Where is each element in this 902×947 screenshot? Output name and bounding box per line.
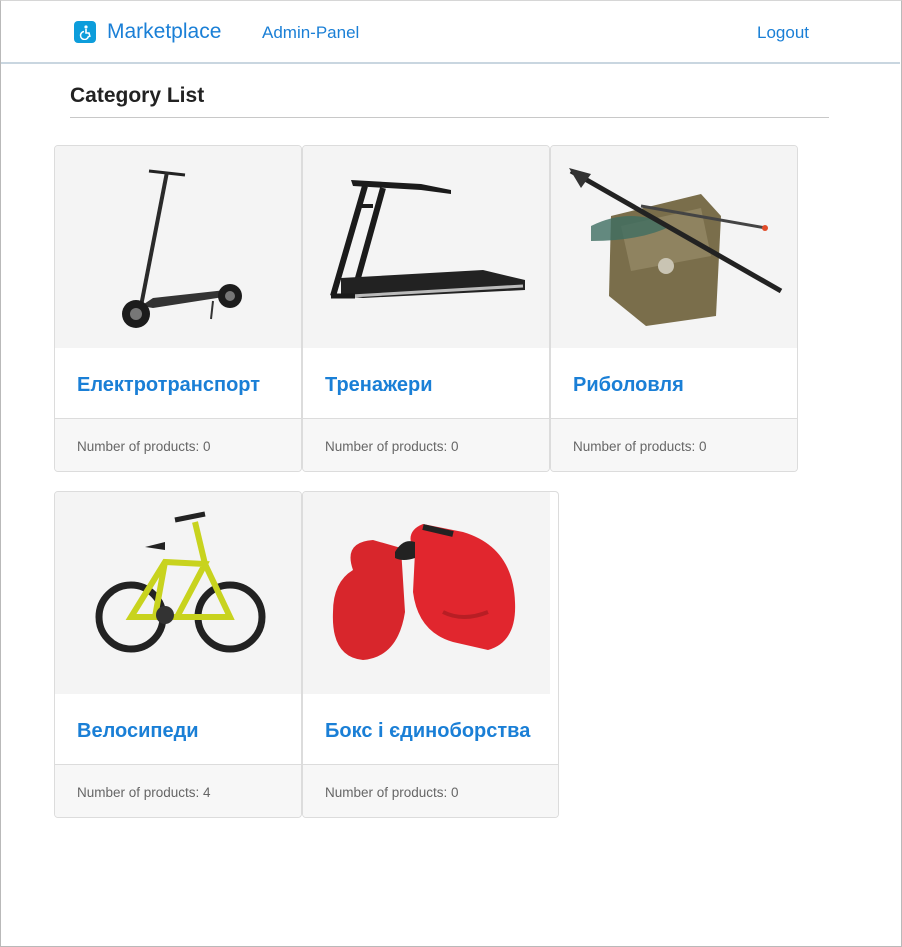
card-footer: Number of products: 0 [55, 418, 301, 471]
product-count: Number of products: 0 [325, 439, 459, 454]
category-card[interactable]: Тренажери Number of products: 0 [302, 145, 550, 472]
category-card[interactable]: Риболовля Number of products: 0 [550, 145, 798, 472]
brand-name: Marketplace [107, 20, 222, 43]
card-footer: Number of products: 4 [55, 764, 301, 817]
treadmill-image[interactable] [303, 146, 549, 348]
category-card[interactable]: Електротранспорт Number of products: 0 [54, 145, 302, 472]
category-name-link[interactable]: Електротранспорт [77, 374, 260, 397]
category-name-link[interactable]: Велосипеди [77, 720, 199, 743]
wheelchair-icon [74, 21, 96, 43]
product-count: Number of products: 4 [77, 785, 211, 800]
logout-link[interactable]: Logout [757, 23, 809, 43]
product-count: Number of products: 0 [573, 439, 707, 454]
electric-scooter-image[interactable] [55, 146, 301, 348]
card-footer: Number of products: 0 [303, 764, 558, 817]
category-name-link[interactable]: Риболовля [573, 374, 684, 397]
page-title: Category List [70, 84, 205, 107]
fishing-gear-image[interactable] [551, 146, 797, 348]
bicycle-image[interactable] [55, 492, 301, 694]
product-count: Number of products: 0 [77, 439, 211, 454]
card-footer: Number of products: 0 [303, 418, 549, 471]
category-card[interactable]: Велосипеди Number of products: 4 [54, 491, 302, 818]
category-name-link[interactable]: Тренажери [325, 374, 433, 397]
card-footer: Number of products: 0 [551, 418, 797, 471]
category-card[interactable]: Бокс і єдиноборства Number of products: … [302, 491, 559, 818]
brand-link[interactable]: Marketplace [74, 20, 221, 44]
product-count: Number of products: 0 [325, 785, 459, 800]
title-divider [70, 117, 829, 118]
navbar: Marketplace Admin-Panel Logout [1, 1, 900, 64]
admin-panel-link[interactable]: Admin-Panel [262, 23, 359, 43]
category-name-link[interactable]: Бокс і єдиноборства [325, 720, 530, 743]
boxing-gloves-image[interactable] [303, 492, 550, 694]
